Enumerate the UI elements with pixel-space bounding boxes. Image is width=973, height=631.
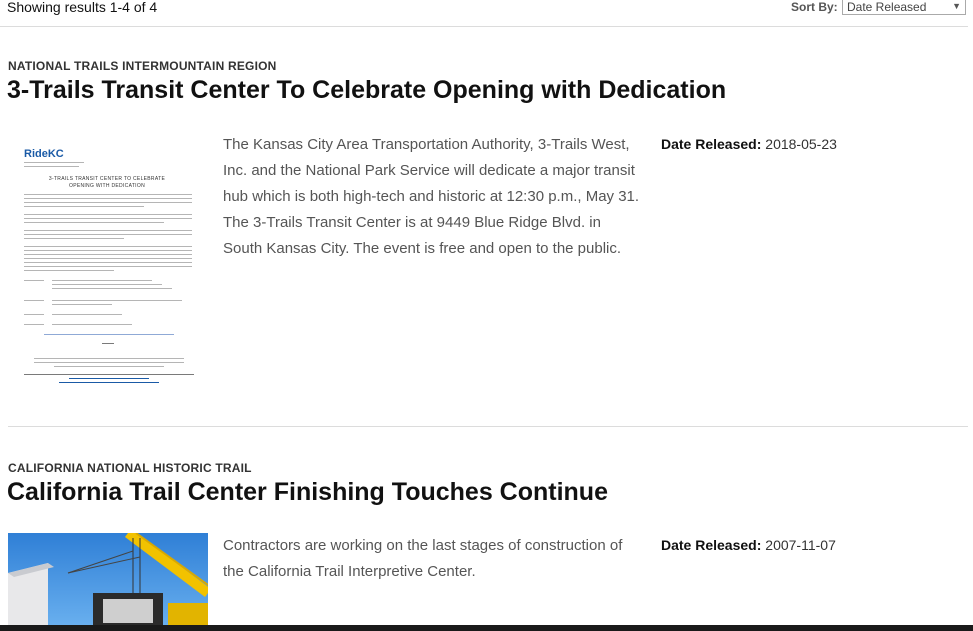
release-date-label: Date Released: (661, 537, 762, 553)
article-summary: Contractors are working on the last stag… (223, 537, 623, 580)
sort-selected-value: Date Released (847, 0, 927, 14)
ridekc-logo: RideKC (24, 148, 64, 160)
construction-photo (8, 533, 208, 631)
article-thumbnail[interactable] (8, 533, 208, 631)
release-date-value: 2018-05-23 (765, 136, 837, 152)
article-category: CALIFORNIA NATIONAL HISTORIC TRAIL (8, 461, 252, 475)
document-heading: 3-TRAILS TRANSIT CENTER TO CELEBRATE OPE… (48, 176, 166, 189)
article-divider (8, 426, 968, 427)
dropdown-arrow-icon: ▼ (952, 1, 961, 11)
release-date-value: 2007-11-07 (765, 537, 836, 553)
release-date-label: Date Released: (661, 136, 762, 152)
article-summary: The Kansas City Area Transportation Auth… (223, 136, 640, 257)
release-date: Date Released: 2018-05-23 (661, 136, 837, 152)
release-date: Date Released: 2007-11-07 (661, 537, 836, 553)
results-toolbar: Showing results 1-4 of 4 Sort By: Date R… (0, 0, 968, 27)
press-release-document-image: RideKC 3-TRAILS TRANSIT CENTER TO CELEBR… (24, 144, 194, 388)
article-thumbnail[interactable]: RideKC 3-TRAILS TRANSIT CENTER TO CELEBR… (8, 140, 208, 390)
article-title-link[interactable]: 3-Trails Transit Center To Celebrate Ope… (7, 76, 726, 105)
article-title-link[interactable]: California Trail Center Finishing Touche… (7, 478, 608, 507)
sort-select[interactable]: Date Released ▼ (842, 0, 966, 15)
results-count: Showing results 1-4 of 4 (7, 0, 158, 15)
article-category: NATIONAL TRAILS INTERMOUNTAIN REGION (8, 59, 277, 73)
window-bottom-edge (0, 625, 973, 631)
sort-label: Sort By: (791, 0, 838, 14)
